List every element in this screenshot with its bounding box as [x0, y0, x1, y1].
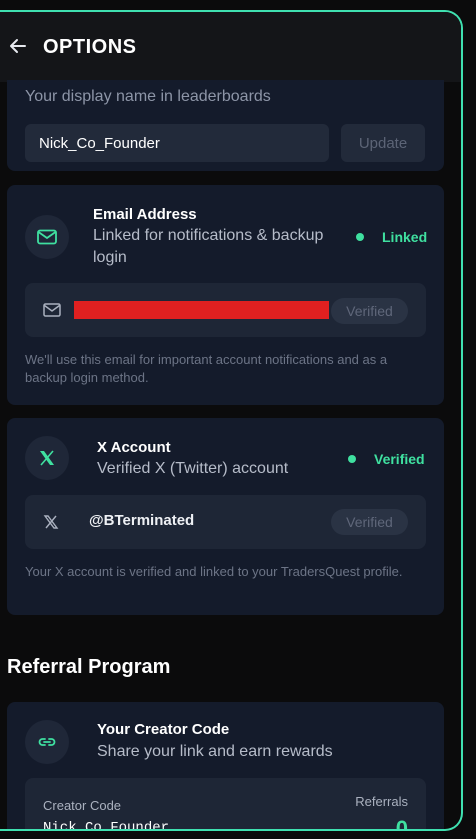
x-account-status-text: Verified [374, 451, 425, 467]
display-name-card: Your display name in leaderboards Update [7, 80, 444, 171]
email-title: Email Address [93, 206, 197, 223]
status-dot [356, 233, 364, 241]
arrow-left-icon[interactable] [8, 36, 28, 56]
link-icon-badge [25, 720, 69, 764]
email-field[interactable]: Verified [25, 283, 426, 337]
link-icon [38, 738, 56, 746]
email-status-text: Linked [382, 229, 428, 245]
creator-code-box: Creator Code Nick_Co_Founder Referrals 0 [25, 778, 426, 831]
email-card: Email Address Linked for notifications &… [7, 185, 444, 405]
referrals-label: Referrals [355, 794, 408, 809]
referral-section-title: Referral Program [7, 656, 171, 678]
referrals-count: 0 [395, 816, 408, 831]
x-verified-badge: Verified [331, 509, 408, 535]
email-subtitle-line2: login [93, 249, 127, 266]
x-account-subtitle: Verified X (Twitter) account [97, 460, 289, 477]
x-logo-icon [40, 450, 54, 466]
x-account-note: Your X account is verified and linked to… [25, 564, 403, 579]
x-handle-field[interactable]: @BTerminated Verified [25, 495, 426, 549]
mail-icon [37, 229, 57, 245]
x-handle: @BTerminated [89, 512, 195, 529]
creator-code-title: Your Creator Code [97, 721, 230, 738]
x-account-status: Verified [348, 451, 425, 467]
email-subtitle-line1: Linked for notifications & backup [93, 227, 324, 244]
mail-icon-badge [25, 215, 69, 259]
email-verified-badge: Verified [331, 298, 408, 324]
page-title: OPTIONS [43, 36, 137, 58]
x-logo-icon [43, 515, 59, 529]
header: OPTIONS [0, 12, 461, 82]
update-button[interactable]: Update [341, 124, 425, 162]
x-account-card: X Account Verified X (Twitter) account V… [7, 418, 444, 615]
mail-icon [43, 303, 61, 317]
options-panel: OPTIONS Your display name in leaderboard… [0, 10, 463, 831]
creator-code-subtitle: Share your link and earn rewards [97, 743, 333, 760]
display-name-label: Your display name in leaderboards [25, 88, 271, 105]
email-status: Linked [356, 229, 427, 245]
x-logo-badge [25, 436, 69, 480]
redacted-email [74, 301, 329, 319]
creator-code-value[interactable]: Nick_Co_Founder [43, 820, 169, 829]
status-dot [348, 455, 356, 463]
x-account-title: X Account [97, 439, 171, 456]
referral-card: Your Creator Code Share your link and ea… [7, 702, 444, 831]
email-note: We'll use this email for important accou… [25, 352, 388, 385]
display-name-input[interactable] [25, 124, 329, 162]
creator-code-label: Creator Code [43, 798, 122, 813]
